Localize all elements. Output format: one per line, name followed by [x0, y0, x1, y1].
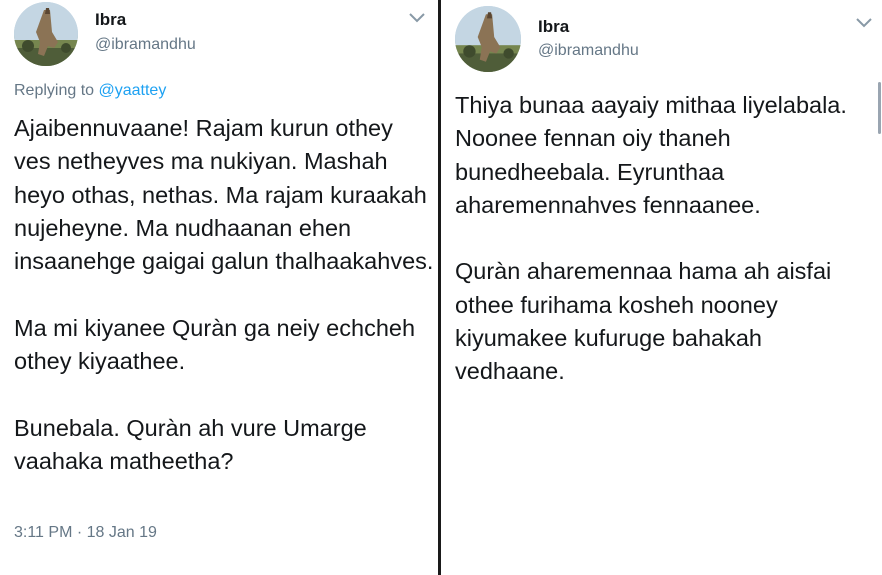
author-avatar[interactable]	[14, 2, 78, 66]
author-avatar[interactable]	[455, 6, 521, 72]
author-handle[interactable]: @ibramandhu	[95, 36, 196, 54]
author-name[interactable]: Ibra	[95, 10, 126, 30]
author-name[interactable]: Ibra	[538, 17, 569, 37]
avatar-image	[455, 6, 521, 72]
tweet-timestamp[interactable]: 3:11 PM · 18 Jan 19	[14, 524, 157, 542]
reply-prefix: Replying to	[14, 82, 95, 99]
tweet-paragraph: Bunebala. Quràn ah vure Umarge vaahaka m…	[14, 414, 367, 474]
left-tweet-panel: Ibra @ibramandhu Replying to @yaattey Aj…	[0, 0, 438, 575]
chevron-down-icon[interactable]	[408, 12, 426, 24]
scrollbar-thumb[interactable]	[878, 82, 881, 134]
tweet-paragraph: Ma mi kiyanee Quràn ga neiy echcheh othe…	[14, 314, 416, 375]
author-handle[interactable]: @ibramandhu	[538, 42, 639, 60]
tweet-paragraph: Quràn aharemennaa hama ah aisfai othee f…	[455, 258, 832, 385]
tweet-body: Ajaibennuvaane! Rajam kurun othey ves ne…	[14, 112, 434, 478]
reply-mention-link[interactable]: @yaattey	[99, 82, 167, 99]
tweet-body: Thiya bunaa aayaiy mithaa liyelabala. No…	[455, 89, 875, 389]
chevron-down-icon[interactable]	[855, 17, 873, 29]
tweet-paragraph: Thiya bunaa aayaiy mithaa liyelabala. No…	[455, 92, 847, 218]
right-tweet-panel: Ibra @ibramandhu Thiya bunaa aayaiy mith…	[441, 0, 882, 575]
tweet-paragraph: Ajaibennuvaane! Rajam kurun othey ves ne…	[14, 115, 434, 275]
reply-context: Replying to @yaattey	[14, 82, 166, 100]
avatar-image	[14, 2, 78, 66]
